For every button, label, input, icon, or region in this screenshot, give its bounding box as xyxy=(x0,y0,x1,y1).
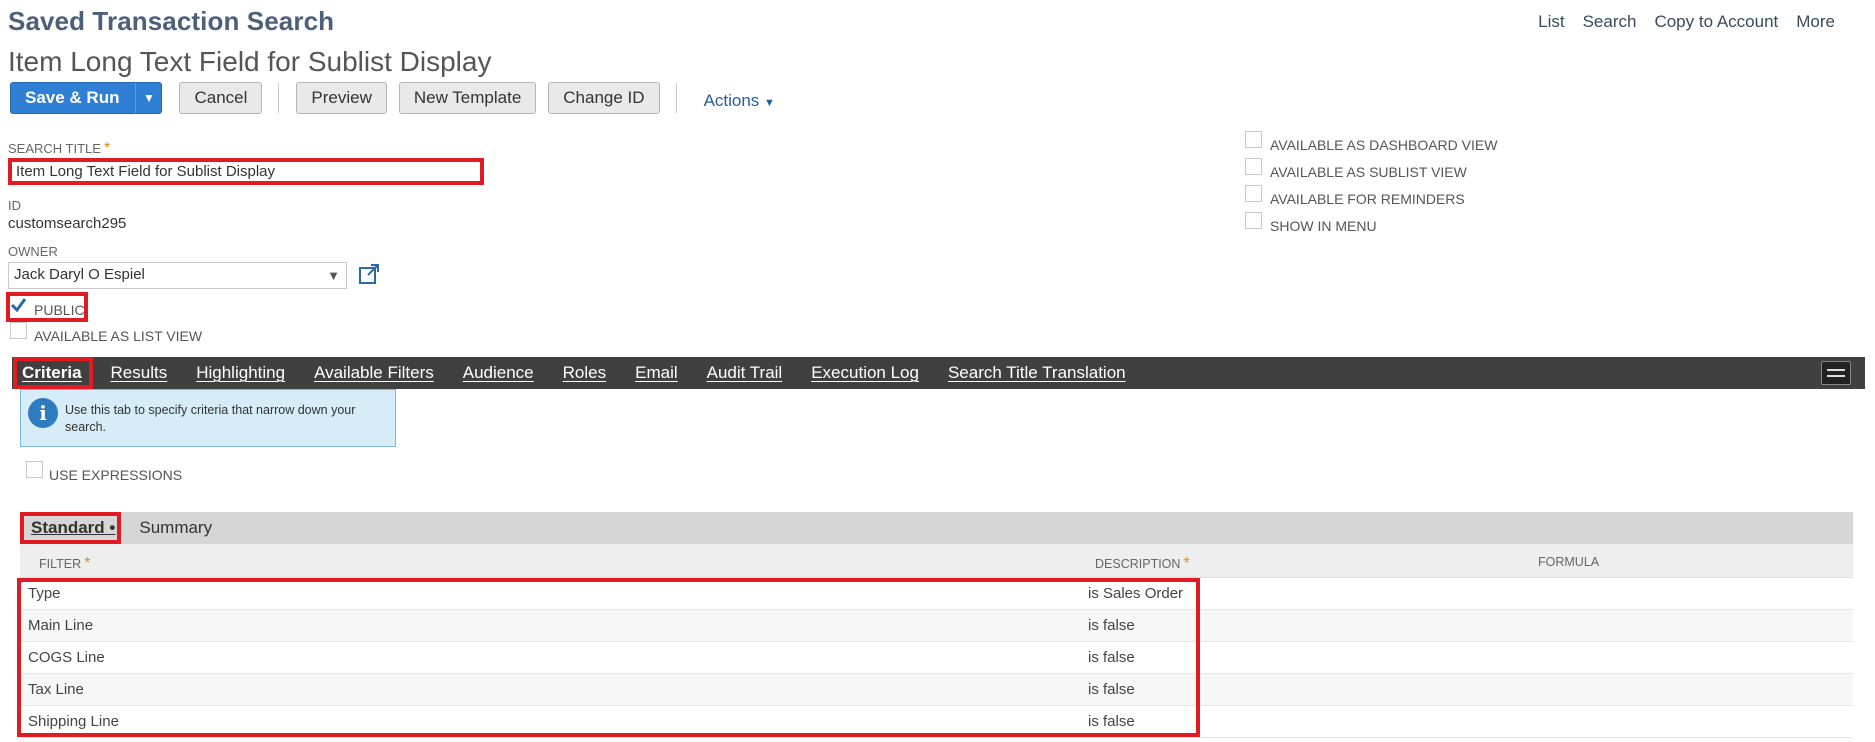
show-in-menu-checkbox[interactable] xyxy=(1245,212,1262,229)
owner-value: Jack Daryl O Espiel xyxy=(14,266,145,283)
tab-search-title-translation[interactable]: Search Title Translation xyxy=(948,363,1126,383)
copy-to-account-link[interactable]: Copy to Account xyxy=(1654,12,1778,32)
search-title-label: SEARCH TITLE * xyxy=(8,140,110,158)
change-id-button[interactable]: Change ID xyxy=(548,82,660,114)
owner-select[interactable]: Jack Daryl O Espiel ▼ xyxy=(8,262,347,289)
tab-results[interactable]: Results xyxy=(111,363,168,383)
more-link[interactable]: More xyxy=(1796,12,1835,32)
subtab-summary[interactable]: Summary xyxy=(139,518,212,538)
column-filter-label: FILTER xyxy=(39,557,82,571)
info-text: Use this tab to specify criteria that na… xyxy=(65,403,356,434)
save-run-label[interactable]: Save & Run xyxy=(11,88,135,108)
preview-button[interactable]: Preview xyxy=(296,82,387,114)
page-title: Saved Transaction Search xyxy=(8,6,335,36)
toolbar-divider xyxy=(278,83,280,113)
id-value: customsearch295 xyxy=(8,215,127,232)
tab-audience[interactable]: Audience xyxy=(463,363,534,383)
new-template-button[interactable]: New Template xyxy=(398,82,537,114)
info-box: i Use this tab to specify criteria that … xyxy=(20,389,396,447)
top-links: List Search Copy to Account More xyxy=(1538,12,1835,32)
tab-available-filters[interactable]: Available Filters xyxy=(314,363,434,383)
required-icon: * xyxy=(103,140,111,157)
open-external-icon[interactable] xyxy=(358,263,380,285)
tab-execution-log[interactable]: Execution Log xyxy=(811,363,919,383)
column-formula: FORMULA xyxy=(1538,555,1600,569)
caret-down-icon: ▼ xyxy=(764,97,775,109)
required-icon: * xyxy=(1183,555,1190,572)
column-description: DESCRIPTION * xyxy=(1095,555,1190,573)
criteria-tab-highlight xyxy=(13,357,93,389)
tab-roles[interactable]: Roles xyxy=(563,363,606,383)
info-icon: i xyxy=(28,398,58,428)
save-run-button[interactable]: Save & Run ▼ xyxy=(10,82,163,114)
save-run-dropdown-icon[interactable]: ▼ xyxy=(135,83,161,113)
show-in-menu-label: SHOW IN MENU xyxy=(1270,218,1377,234)
use-expressions-label: USE EXPRESSIONS xyxy=(49,467,183,483)
reminders-label: AVAILABLE FOR REMINDERS xyxy=(1270,191,1465,207)
standard-subtab-highlight xyxy=(20,512,121,544)
id-label: ID xyxy=(8,198,21,213)
search-link[interactable]: Search xyxy=(1583,12,1637,32)
actions-label[interactable]: Actions xyxy=(704,91,760,110)
column-filter: FILTER * xyxy=(39,555,90,573)
required-icon: * xyxy=(84,555,91,572)
toolbar: Save & Run ▼ Cancel Preview New Template… xyxy=(10,82,775,114)
list-view-checkbox[interactable] xyxy=(10,322,27,339)
sublist-view-checkbox[interactable] xyxy=(1245,158,1262,175)
tab-audit-trail[interactable]: Audit Trail xyxy=(707,363,783,383)
use-expressions-checkbox[interactable] xyxy=(26,461,43,478)
record-title: Item Long Text Field for Sublist Display xyxy=(8,46,492,77)
criteria-subtab-bar: Standard • Summary xyxy=(20,512,1853,544)
public-highlight xyxy=(6,292,88,322)
criteria-rows-highlight xyxy=(17,578,1200,737)
chevron-down-icon[interactable]: ▼ xyxy=(327,268,340,283)
hamburger-menu-icon[interactable] xyxy=(1821,361,1851,385)
actions-menu[interactable]: Actions ▼ xyxy=(704,91,775,111)
column-description-label: DESCRIPTION xyxy=(1095,557,1181,571)
dashboard-view-label: AVAILABLE AS DASHBOARD VIEW xyxy=(1270,137,1498,153)
criteria-table-header: FILTER * DESCRIPTION * FORMULA xyxy=(20,544,1853,578)
owner-label: OWNER xyxy=(8,244,58,259)
tab-highlighting[interactable]: Highlighting xyxy=(196,363,285,383)
dashboard-view-checkbox[interactable] xyxy=(1245,131,1262,148)
cancel-button[interactable]: Cancel xyxy=(179,82,263,114)
search-title-input[interactable] xyxy=(8,158,484,185)
reminders-checkbox[interactable] xyxy=(1245,185,1262,202)
tab-email[interactable]: Email xyxy=(635,363,678,383)
search-title-label-text: SEARCH TITLE xyxy=(8,141,101,156)
toolbar-divider xyxy=(675,83,677,113)
list-link[interactable]: List xyxy=(1538,12,1564,32)
list-view-label: AVAILABLE AS LIST VIEW xyxy=(34,328,203,344)
tab-bar: Criteria Results Highlighting Available … xyxy=(12,357,1865,389)
sublist-view-label: AVAILABLE AS SUBLIST VIEW xyxy=(1270,164,1467,180)
